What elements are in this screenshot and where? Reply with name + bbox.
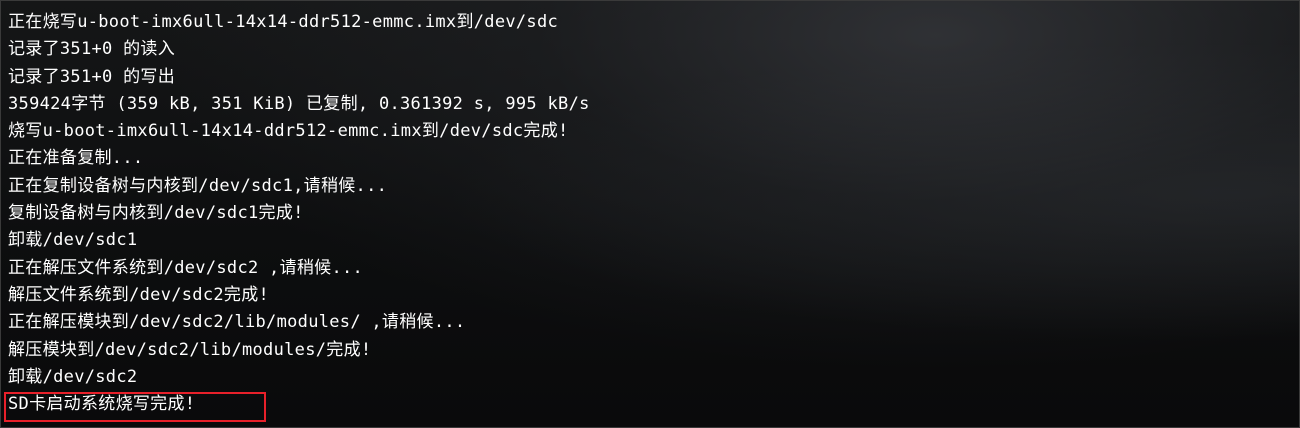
output-line: 卸载/dev/sdc2: [8, 366, 138, 387]
output-line: 记录了351+0 的写出: [8, 66, 176, 87]
output-line: 烧写u-boot-imx6ull-14x14-ddr512-emmc.imx到/…: [8, 121, 569, 142]
output-line: 正在解压文件系统到/dev/sdc2 ,请稍候...: [8, 257, 364, 278]
output-line: 正在烧写u-boot-imx6ull-14x14-ddr512-emmc.imx…: [8, 12, 559, 32]
highlight-box: [4, 392, 266, 422]
output-line: 卸载/dev/sdc1: [8, 230, 138, 251]
output-line: 解压模块到/dev/sdc2/lib/modules/完成!: [8, 339, 372, 360]
terminal-window[interactable]: 正在烧写u-boot-imx6ull-14x14-ddr512-emmc.imx…: [0, 0, 1300, 428]
output-line: 正在解压模块到/dev/sdc2/lib/modules/ ,请稍候...: [8, 312, 466, 333]
terminal-output: 正在烧写u-boot-imx6ull-14x14-ddr512-emmc.imx…: [8, 9, 1289, 418]
output-line: 记录了351+0 的读入: [8, 39, 176, 60]
output-line: 解压文件系统到/dev/sdc2完成!: [8, 284, 270, 305]
output-line: 复制设备树与内核到/dev/sdc1完成!: [8, 203, 304, 224]
output-line: 正在复制设备树与内核到/dev/sdc1,请稍候...: [8, 175, 388, 196]
output-line: 359424字节 (359 kB, 351 KiB) 已复制, 0.361392…: [8, 93, 590, 114]
output-line: 正在准备复制...: [8, 148, 144, 169]
